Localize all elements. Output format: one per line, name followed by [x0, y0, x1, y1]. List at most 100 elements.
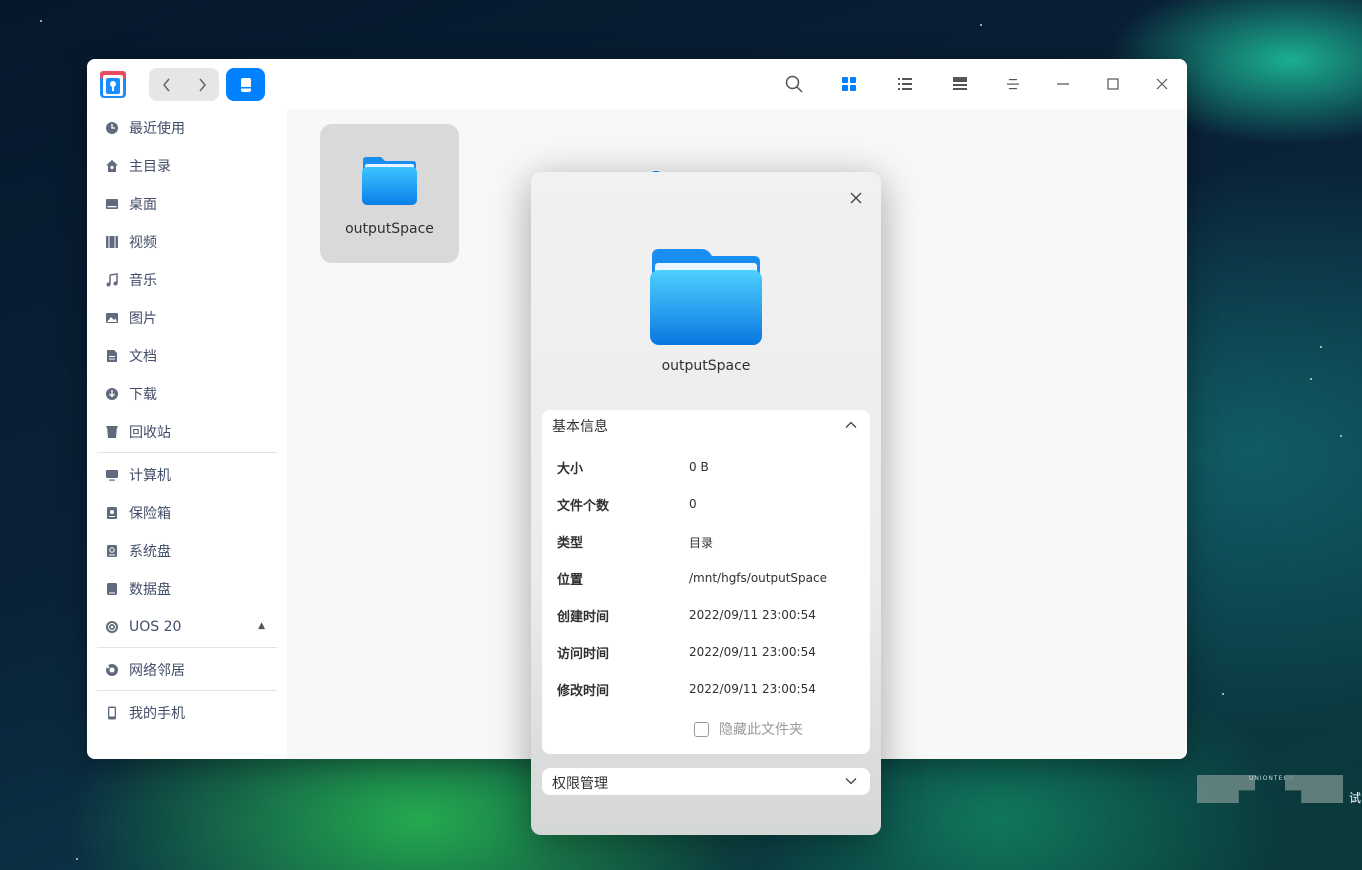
info-key: 大小 — [557, 462, 584, 477]
info-key: 文件个数 — [557, 499, 610, 514]
star — [1320, 346, 1322, 348]
star — [980, 24, 982, 26]
maximize-button[interactable] — [1101, 72, 1125, 96]
info-key: 创建时间 — [557, 610, 610, 625]
sidebar-item-computer[interactable]: 计算机 — [105, 462, 275, 488]
sidebar-item-label: 数据盘 — [129, 582, 171, 598]
sidebar-item-uos20[interactable]: UOS 20 ▲ — [105, 614, 275, 640]
tree-view-icon — [953, 77, 967, 90]
sidebar-item-recent[interactable]: 最近使用 — [105, 115, 275, 141]
picture-icon — [105, 311, 119, 325]
desktop-icon — [105, 197, 119, 211]
icon-view-button[interactable] — [837, 72, 861, 96]
section-title[interactable]: 基本信息 — [552, 416, 608, 436]
location-drive-button[interactable] — [226, 68, 265, 101]
dialog-file-name: outputSpace — [661, 358, 751, 374]
sidebar-item-label: 音乐 — [129, 273, 157, 289]
minimize-button[interactable] — [1051, 72, 1075, 96]
phone-icon — [105, 706, 119, 720]
list-view-icon — [898, 78, 912, 90]
minimize-icon — [1057, 83, 1069, 85]
section-title[interactable]: 权限管理 — [552, 773, 608, 793]
info-value: 2022/09/11 23:00:54 — [689, 645, 816, 659]
checkbox-box[interactable] — [694, 721, 709, 737]
chevron-left-icon — [162, 78, 170, 91]
watermark-shape — [1197, 775, 1255, 803]
info-row-created: 创建时间 2022/09/11 23:00:54 — [557, 606, 857, 626]
sidebar-item-label: 我的手机 — [129, 706, 185, 722]
back-button[interactable] — [149, 68, 184, 101]
sidebar-item-label: 图片 — [129, 311, 157, 327]
sidebar-item-vault[interactable]: 保险箱 — [105, 500, 275, 526]
sidebar-item-label: 网络邻居 — [129, 663, 185, 679]
trash-icon — [105, 425, 119, 439]
info-value: 目录 — [689, 536, 714, 550]
dialog-close-button[interactable] — [846, 188, 866, 208]
sidebar-item-label: 最近使用 — [129, 121, 185, 137]
sidebar-item-label: 系统盘 — [129, 544, 171, 560]
info-row-location: 位置 /mnt/hgfs/outputSpace — [557, 569, 857, 589]
close-window-button[interactable] — [1150, 72, 1174, 96]
sidebar-item-network[interactable]: 网络邻居 — [105, 657, 275, 683]
sidebar-item-trash[interactable]: 回收站 — [105, 419, 275, 445]
drive-icon — [240, 77, 251, 92]
sidebar-item-documents[interactable]: 文档 — [105, 343, 275, 369]
chevron-up-icon[interactable] — [844, 418, 858, 432]
forward-button[interactable] — [184, 68, 219, 101]
info-key: 位置 — [557, 573, 584, 588]
sidebar-item-phone[interactable]: 我的手机 — [105, 700, 275, 726]
sidebar-item-system-disk[interactable]: 系统盘 — [105, 538, 275, 564]
star — [76, 858, 78, 860]
sidebar-divider — [97, 647, 277, 648]
home-icon — [105, 159, 119, 173]
hide-folder-checkbox[interactable]: 隐藏此文件夹 — [694, 719, 803, 739]
titlebar — [87, 59, 1187, 109]
tree-view-button[interactable] — [948, 72, 972, 96]
sidebar: 最近使用 主目录 桌面 视频 音乐 图片 文档 下载 回收站 计算机 保险箱 系… — [87, 109, 287, 759]
info-key: 类型 — [557, 536, 584, 551]
info-key: 修改时间 — [557, 684, 610, 699]
star — [1340, 435, 1342, 437]
uniontech-watermark: UNIONTECH — [1197, 775, 1347, 805]
clock-icon — [105, 121, 119, 135]
vault-icon — [105, 506, 119, 520]
sidebar-item-label: 下载 — [129, 387, 157, 403]
search-button[interactable] — [782, 72, 806, 96]
sidebar-item-music[interactable]: 音乐 — [105, 267, 275, 293]
info-key: 访问时间 — [557, 647, 610, 662]
star — [1310, 378, 1312, 380]
sidebar-item-videos[interactable]: 视频 — [105, 229, 275, 255]
sidebar-item-desktop[interactable]: 桌面 — [105, 191, 275, 217]
file-name: outputSpace — [345, 221, 434, 237]
sidebar-item-downloads[interactable]: 下载 — [105, 381, 275, 407]
sidebar-item-label: 桌面 — [129, 197, 157, 213]
star — [1222, 693, 1224, 695]
sidebar-item-data-disk[interactable]: 数据盘 — [105, 576, 275, 602]
chevron-down-icon[interactable] — [844, 774, 858, 788]
menu-icon — [1007, 79, 1019, 90]
download-icon — [105, 387, 119, 401]
sidebar-divider — [97, 452, 277, 453]
permissions-section[interactable]: 权限管理 — [542, 768, 870, 795]
chevron-right-icon — [198, 78, 206, 91]
info-value: 2022/09/11 23:00:54 — [689, 608, 816, 622]
file-item-outputspace[interactable]: outputSpace — [320, 124, 459, 263]
grid-view-icon — [842, 77, 856, 91]
basic-info-section: 基本信息 大小 0 B 文件个数 0 类型 目录 位置 /mnt/hgfs/ou… — [542, 410, 870, 754]
info-value: /mnt/hgfs/outputSpace — [689, 571, 827, 585]
info-row-type: 类型 目录 — [557, 532, 857, 552]
list-view-button[interactable] — [893, 72, 917, 96]
sidebar-item-pictures[interactable]: 图片 — [105, 305, 275, 331]
info-row-file-count: 文件个数 0 — [557, 495, 857, 515]
computer-icon — [105, 468, 119, 482]
info-value: 0 — [689, 497, 697, 511]
sidebar-item-label: UOS 20 — [129, 619, 182, 635]
main-menu-button[interactable] — [1001, 72, 1025, 96]
navigation-buttons — [149, 68, 219, 101]
sidebar-item-label: 回收站 — [129, 425, 171, 441]
eject-icon[interactable]: ▲ — [258, 621, 265, 631]
sidebar-item-label: 主目录 — [129, 159, 171, 175]
sidebar-item-label: 保险箱 — [129, 506, 171, 522]
sidebar-item-label: 视频 — [129, 235, 157, 251]
sidebar-item-home[interactable]: 主目录 — [105, 153, 275, 179]
